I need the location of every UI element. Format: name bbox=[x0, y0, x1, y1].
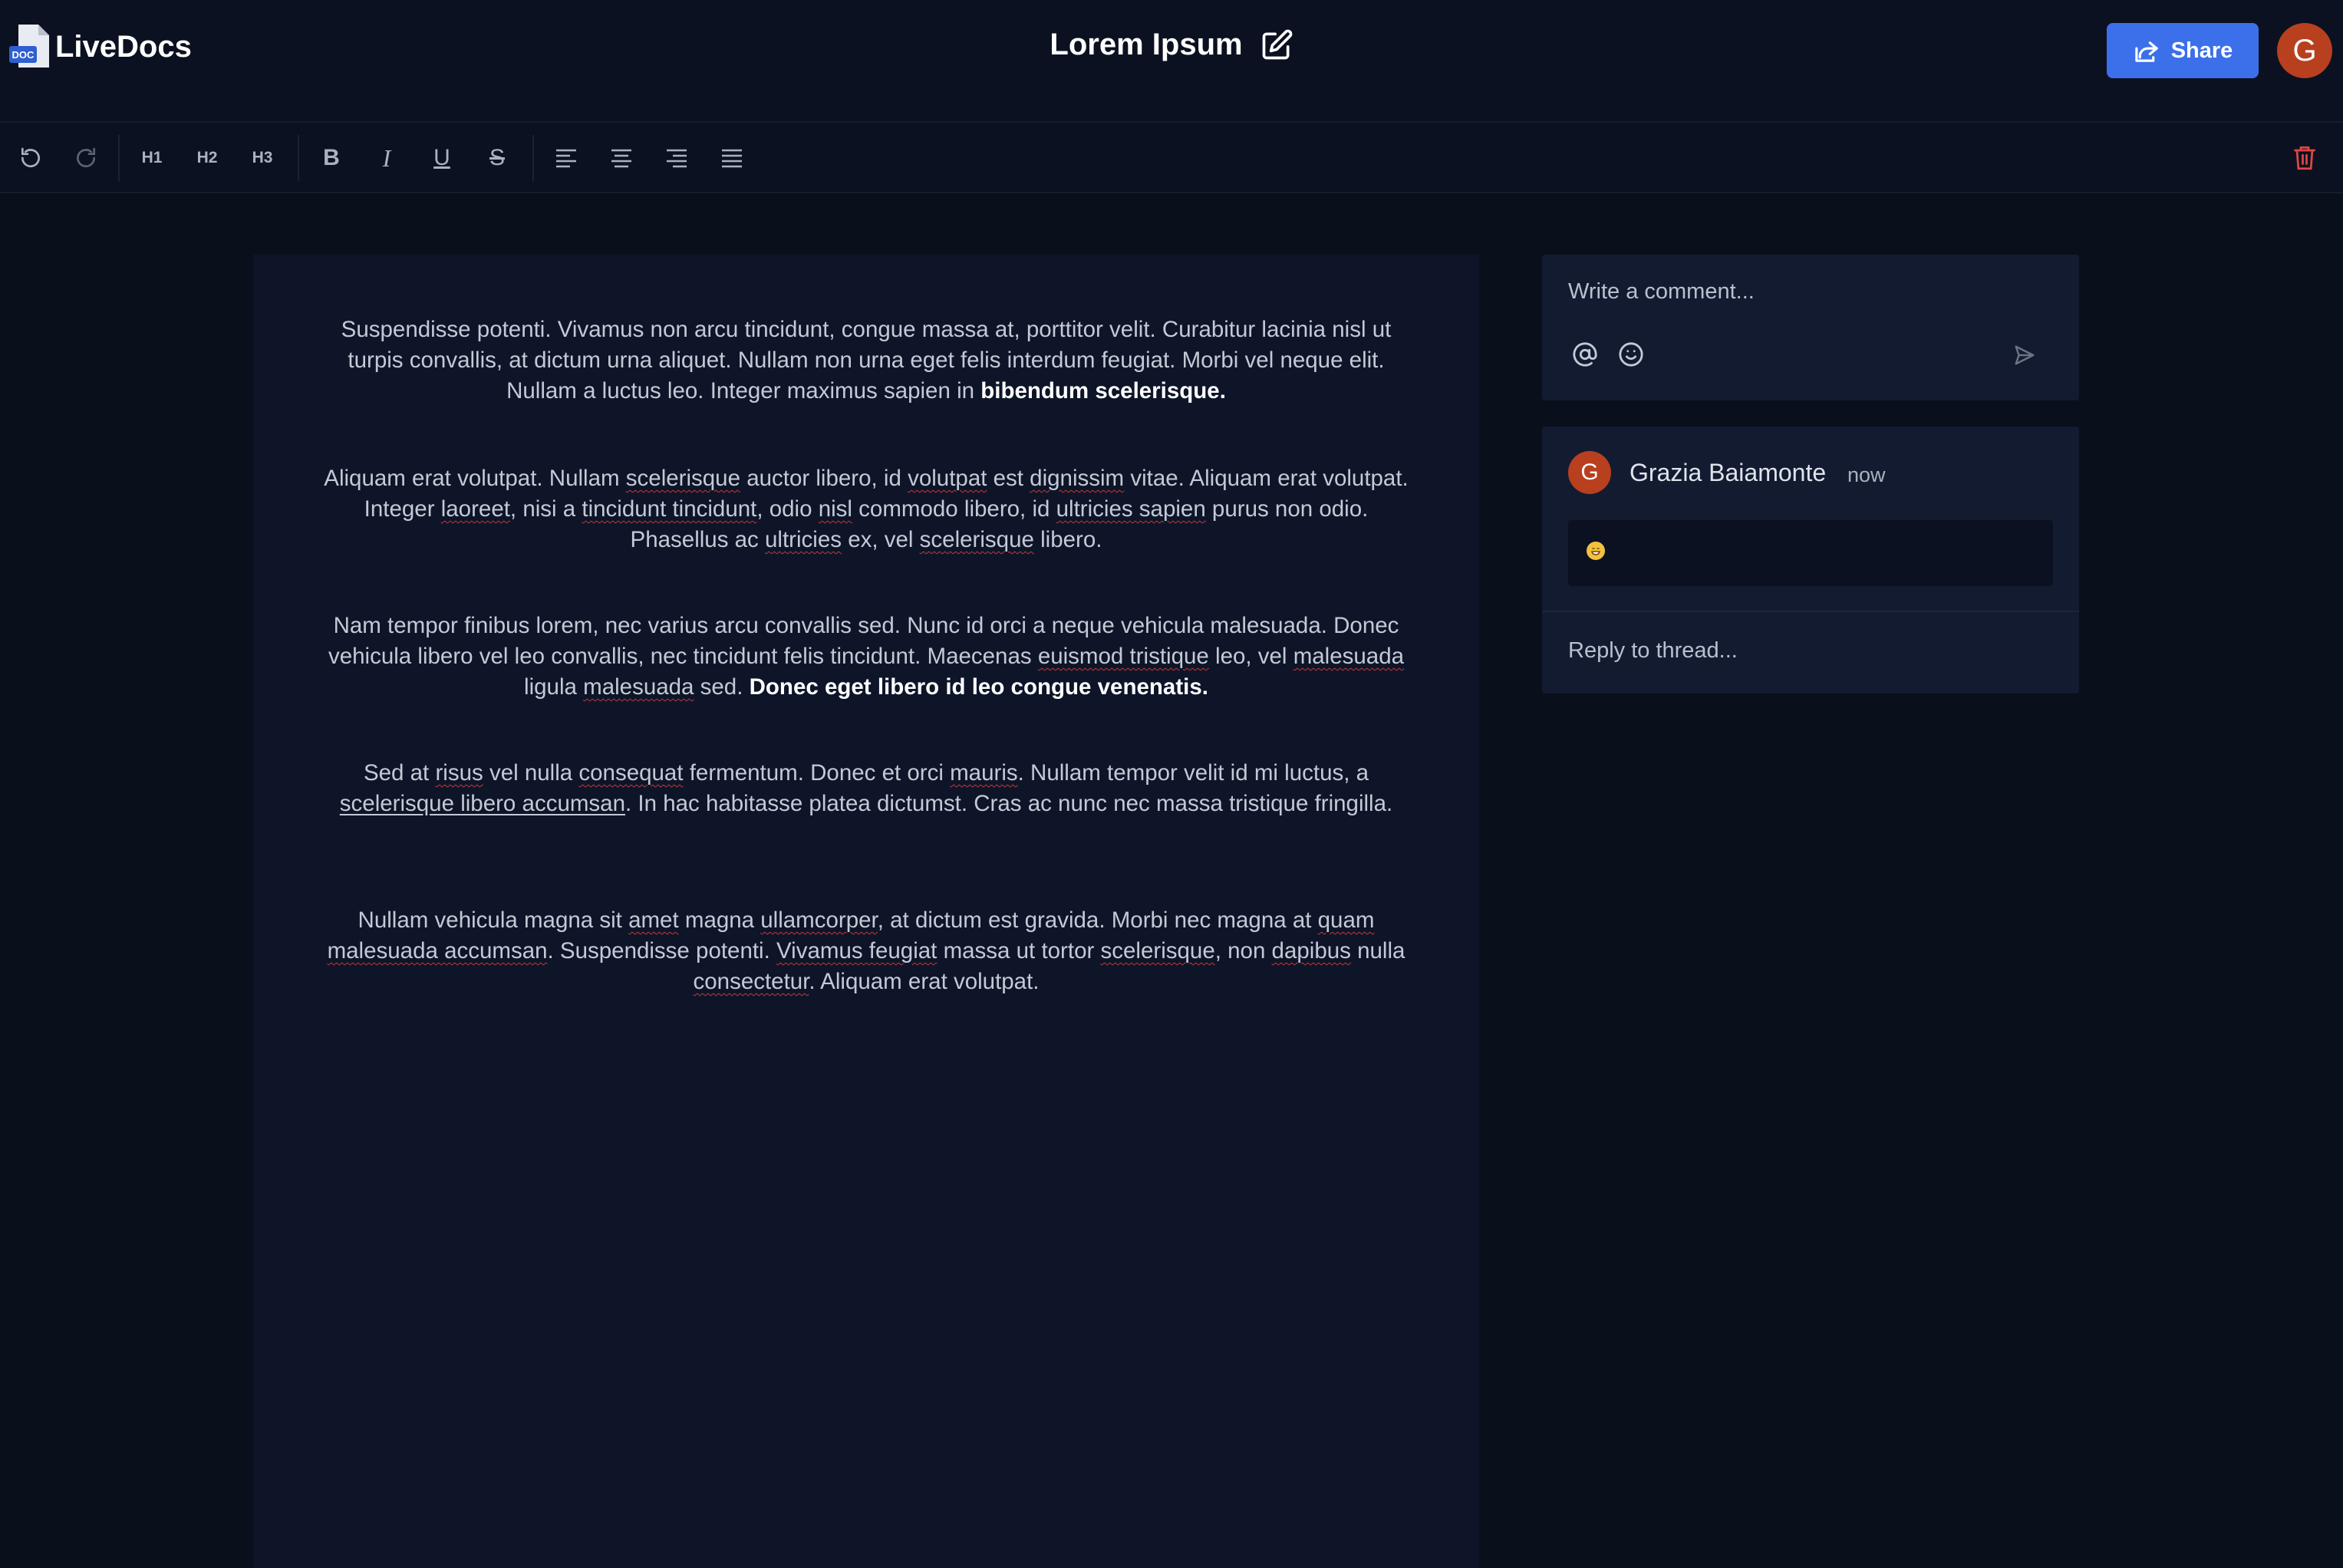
trash-icon bbox=[2294, 146, 2315, 170]
heading-2-button[interactable]: H2 bbox=[186, 137, 229, 180]
underlined-text: scelerisque libero accumsan bbox=[339, 791, 625, 816]
align-right-button[interactable] bbox=[655, 137, 698, 180]
bold-text: Donec eget libero id leo congue venenati… bbox=[749, 674, 1208, 700]
delete-document-button[interactable] bbox=[2283, 137, 2326, 180]
paragraph: Nullam vehicula magna sit amet magna ull… bbox=[327, 908, 1405, 994]
paragraph: Aliquam erat volutpat. Nullam scelerisqu… bbox=[324, 466, 1409, 552]
comment-timestamp: now bbox=[1847, 463, 1886, 486]
user-avatar[interactable]: G bbox=[2277, 23, 2332, 78]
bold-text: bibendum scelerisque. bbox=[980, 378, 1226, 404]
paragraph: Nam tempor finibus lorem, nec varius arc… bbox=[328, 613, 1405, 700]
misspelled-word: mauris bbox=[950, 760, 1018, 786]
paragraph: Suspendisse potenti. Vivamus non arcu ti… bbox=[341, 317, 1392, 404]
document-title-area: Lorem Ipsum bbox=[0, 28, 2343, 62]
share-button[interactable]: Share bbox=[2107, 23, 2259, 78]
italic-button[interactable]: I bbox=[365, 137, 408, 180]
share-button-label: Share bbox=[2170, 38, 2233, 63]
paragraph: Sed at risus vel nulla consequat ferment… bbox=[339, 760, 1393, 816]
misspelled-word: laoreet bbox=[440, 496, 510, 522]
formatting-toolbar: H1 H2 H3 B I U S bbox=[0, 123, 2343, 193]
mention-button[interactable] bbox=[1568, 338, 1602, 371]
toolbar-divider bbox=[532, 135, 534, 181]
misspelled-word: nisl bbox=[818, 496, 852, 522]
misspelled-word: malesuada bbox=[583, 674, 694, 700]
document-title[interactable]: Lorem Ipsum bbox=[1050, 28, 1242, 62]
heading-1-button[interactable]: H1 bbox=[130, 137, 173, 180]
misspelled-word: risus bbox=[435, 760, 483, 786]
thread-divider bbox=[1542, 611, 2079, 612]
misspelled-word: ullamcorper bbox=[760, 908, 878, 933]
undo-button[interactable] bbox=[9, 137, 52, 180]
align-justify-button[interactable] bbox=[710, 137, 753, 180]
send-comment-button[interactable] bbox=[2004, 334, 2045, 376]
misspelled-word: scelerisque bbox=[625, 466, 740, 491]
heading-3-button[interactable]: H3 bbox=[241, 137, 284, 180]
document-editor[interactable]: Suspendisse potenti. Vivamus non arcu ti… bbox=[253, 255, 1479, 1568]
commenter-avatar: G bbox=[1568, 451, 1611, 494]
commenter-name: Grazia Baiamonte bbox=[1630, 459, 1827, 486]
misspelled-word: consectetur bbox=[693, 969, 809, 994]
toolbar-divider bbox=[118, 135, 120, 181]
misspelled-word: scelerisque bbox=[1100, 938, 1215, 964]
misspelled-word: consequat bbox=[578, 760, 684, 786]
misspelled-word: ultricies sapien bbox=[1056, 496, 1206, 522]
misspelled-word: Vivamus feugiat bbox=[776, 938, 938, 964]
align-left-button[interactable] bbox=[545, 137, 588, 180]
align-right-icon bbox=[667, 149, 687, 168]
smiley-icon bbox=[1619, 342, 1643, 367]
align-justify-icon bbox=[722, 149, 742, 168]
misspelled-word: scelerisque bbox=[919, 527, 1034, 552]
misspelled-word: volutpat bbox=[908, 466, 987, 491]
comment-thread: G Grazia Baiamonte now Reply to thread..… bbox=[1542, 427, 2079, 693]
underline-button[interactable]: U bbox=[420, 137, 463, 180]
grinning-emoji-icon bbox=[1587, 542, 1605, 560]
comment-composer: Write a comment... bbox=[1542, 255, 2079, 400]
align-left-icon bbox=[556, 149, 576, 168]
at-sign-icon bbox=[1573, 342, 1597, 367]
comment-input[interactable]: Write a comment... bbox=[1568, 279, 1755, 305]
misspelled-word: malesuada bbox=[1293, 644, 1405, 669]
align-center-button[interactable] bbox=[600, 137, 643, 180]
redo-icon bbox=[77, 147, 96, 168]
misspelled-word: amet bbox=[628, 908, 679, 933]
misspelled-word: dapibus bbox=[1271, 938, 1351, 964]
app-header: DOC LiveDocs Lorem Ipsum Share G bbox=[0, 0, 2343, 123]
strikethrough-button[interactable]: S bbox=[476, 137, 519, 180]
toolbar-divider bbox=[298, 135, 299, 181]
bold-button[interactable]: B bbox=[310, 137, 353, 180]
misspelled-word: dignissim bbox=[1030, 466, 1125, 491]
misspelled-word: ultricies bbox=[765, 527, 842, 552]
send-icon bbox=[2015, 345, 2035, 365]
redo-button[interactable] bbox=[64, 137, 107, 180]
emoji-button[interactable] bbox=[1614, 338, 1648, 371]
align-center-icon bbox=[611, 149, 631, 168]
share-icon bbox=[2134, 41, 2158, 62]
undo-icon bbox=[21, 147, 40, 168]
misspelled-word: euismod tristique bbox=[1037, 644, 1209, 669]
edit-icon[interactable] bbox=[1260, 28, 1293, 62]
comment-body bbox=[1568, 520, 2053, 586]
misspelled-word: tincidunt tincidunt bbox=[582, 496, 757, 522]
reply-input[interactable]: Reply to thread... bbox=[1568, 638, 1738, 664]
